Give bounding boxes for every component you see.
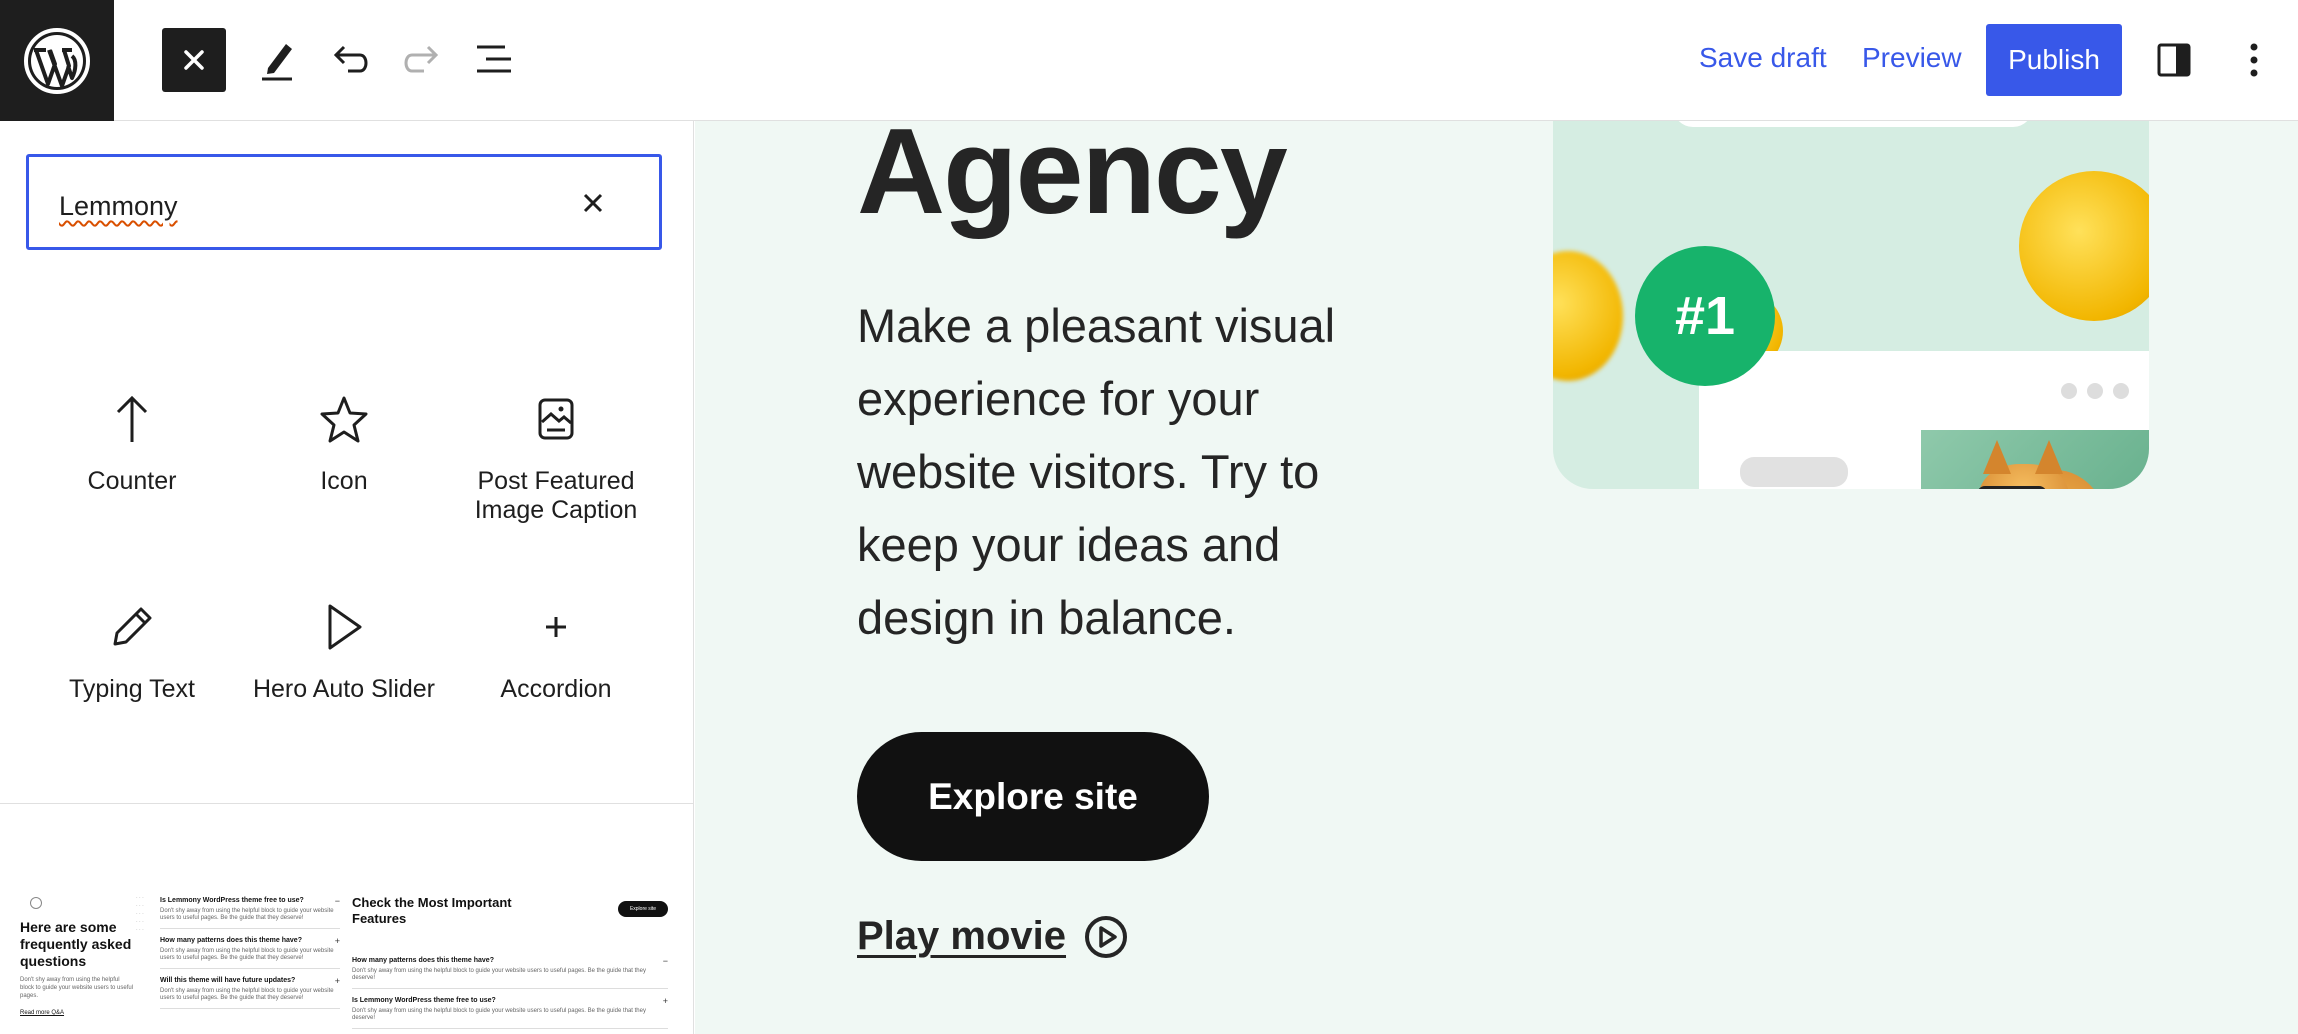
faq-answer: Don't shy away from using the helpful bl… <box>160 948 334 961</box>
list-view-icon <box>477 45 511 73</box>
save-draft-button[interactable]: Save draft <box>1699 42 1827 74</box>
block-item-icon[interactable]: Icon <box>238 389 450 496</box>
pattern-sidebar-text: · · · · · · · · · · · · · · · <box>136 895 144 933</box>
window-dot <box>2113 383 2129 399</box>
editor-top-bar: Save draft Preview Publish <box>0 0 2298 121</box>
placeholder-bar <box>1740 457 1848 487</box>
options-button[interactable] <box>2222 28 2286 92</box>
undo-button[interactable] <box>318 28 382 92</box>
publish-button[interactable]: Publish <box>1986 24 2122 96</box>
window-dot <box>2087 383 2103 399</box>
play-movie-label: Play movie <box>857 914 1067 958</box>
hero-heading[interactable]: Agency <box>857 121 1288 241</box>
play-icon <box>314 597 374 657</box>
sidebar-toggle-icon <box>2157 43 2191 77</box>
hero-illustration[interactable]: #1 <box>1553 121 2149 489</box>
faq-toggle-icon: − <box>334 896 340 906</box>
block-item-post-featured-image-caption[interactable]: Post Featured Image Caption <box>450 389 662 525</box>
faq-answer: Don't shy away from using the helpful bl… <box>352 968 646 981</box>
arrow-up-icon <box>102 389 162 449</box>
plus-icon <box>526 597 586 657</box>
block-item-label: Post Featured Image Caption <box>474 467 638 524</box>
faq-answer: Don't shy away from using the helpful bl… <box>352 1008 646 1021</box>
pattern-heading: Here are some frequently asked questions <box>20 919 132 969</box>
faq-item: Is Lemmony WordPress theme free to use? … <box>352 989 668 1029</box>
rank-badge: #1 <box>1635 246 1775 386</box>
close-inserter-button[interactable] <box>162 28 226 92</box>
pattern-features: Check the Most Important Features Explor… <box>352 889 668 1029</box>
wordpress-logo-icon[interactable] <box>0 0 114 121</box>
illustration-top-bar <box>1673 121 2033 127</box>
faq-item: How many patterns does this theme have? … <box>160 929 340 969</box>
faq-question: How many patterns does this theme have? <box>160 937 302 944</box>
redo-icon <box>404 45 439 73</box>
undo-icon <box>333 45 368 73</box>
block-item-label: Counter <box>87 467 177 495</box>
block-item-typing-text[interactable]: Typing Text <box>26 597 238 704</box>
explore-site-button[interactable]: Explore site <box>857 732 1209 861</box>
pencil-icon <box>262 44 292 81</box>
pencil-icon <box>102 597 162 657</box>
pattern-read-more: Read more Q&A <box>20 1010 65 1016</box>
play-circle-icon <box>1085 915 1128 958</box>
settings-sidebar-button[interactable] <box>2142 28 2206 92</box>
panel-divider <box>0 803 694 804</box>
image-caption-icon <box>526 389 586 449</box>
block-item-accordion[interactable]: Accordion <box>450 597 662 704</box>
block-item-hero-auto-slider[interactable]: Hero Auto Slider <box>238 597 450 704</box>
document-overview-button[interactable] <box>462 28 526 92</box>
faq-toggle-icon: + <box>334 976 340 986</box>
close-icon <box>184 50 204 70</box>
block-item-counter[interactable]: Counter <box>26 389 238 496</box>
faq-item: Is Lemmony WordPress theme free to use? … <box>160 889 340 929</box>
faq-toggle-icon: − <box>662 956 668 966</box>
block-search-field[interactable]: Lemmony <box>26 154 662 250</box>
tools-button[interactable] <box>246 28 310 92</box>
sunglasses <box>1977 486 2047 489</box>
features-explore-button: Explore site <box>618 901 668 917</box>
faq-question: How many patterns does this theme have? <box>352 957 494 964</box>
play-movie-link[interactable]: Play movie <box>857 914 1128 959</box>
faq-toggle-icon: + <box>662 996 668 1006</box>
pattern-preview-faq[interactable]: Here are some frequently asked questions… <box>20 889 670 1034</box>
close-icon <box>583 193 603 213</box>
lemon-image <box>1553 251 1623 381</box>
block-item-label: Hero Auto Slider <box>252 675 436 703</box>
dog-ear <box>1983 440 2011 474</box>
faq-item: How many patterns does this theme have? … <box>352 949 668 989</box>
pattern-faq-list: Is Lemmony WordPress theme free to use? … <box>160 889 340 1009</box>
clear-search-button[interactable] <box>569 179 617 227</box>
features-heading: Check the Most Important Features <box>352 895 512 926</box>
star-icon <box>314 389 374 449</box>
question-icon <box>30 897 42 909</box>
block-inserter-panel: Lemmony Counter Icon Post Featured Image… <box>0 121 694 1034</box>
pattern-intro-text: Don't shy away from using the helpful bl… <box>20 977 134 999</box>
faq-question: Is Lemmony WordPress theme free to use? <box>352 997 496 1004</box>
editor-canvas[interactable]: Agency Make a pleasant visual experience… <box>695 121 2298 1034</box>
more-vertical-icon <box>2250 43 2258 77</box>
dog-photo <box>1921 430 2149 489</box>
redo-button[interactable] <box>390 28 454 92</box>
faq-answer: Don't shy away from using the helpful bl… <box>160 908 334 921</box>
window-dot <box>2061 383 2077 399</box>
faq-item: Will this theme will have future updates… <box>160 969 340 1009</box>
faq-answer: Don't shy away from using the helpful bl… <box>160 988 334 1001</box>
preview-button[interactable]: Preview <box>1862 42 1962 74</box>
faq-question: Will this theme will have future updates… <box>160 977 296 984</box>
faq-toggle-icon: + <box>334 936 340 946</box>
hero-paragraph[interactable]: Make a pleasant visual experience for yo… <box>857 289 1377 654</box>
block-search-input[interactable]: Lemmony <box>59 191 178 222</box>
block-item-label: Typing Text <box>68 675 195 703</box>
faq-question: Is Lemmony WordPress theme free to use? <box>160 897 304 904</box>
block-item-label: Icon <box>320 467 368 495</box>
pattern-faq-intro: Here are some frequently asked questions… <box>20 889 135 1016</box>
dog-ear <box>2035 440 2063 474</box>
block-item-label: Accordion <box>500 675 612 703</box>
lemon-image <box>2019 171 2149 321</box>
